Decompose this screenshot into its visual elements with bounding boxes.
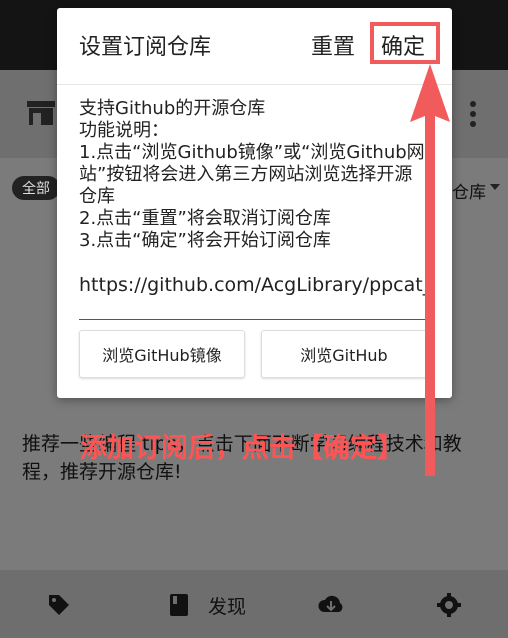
tag-icon[interactable]: [46, 592, 72, 618]
bottom-nav: [0, 570, 508, 638]
nav-discover-label[interactable]: 发现: [208, 592, 246, 619]
confirm-highlight-box: [370, 22, 440, 64]
annotation-text: 添加订阅后，点击【确定】: [80, 433, 404, 464]
dialog-title: 设置订阅仓库: [79, 35, 212, 60]
reset-button[interactable]: 重置: [311, 29, 355, 61]
cloud-download-icon[interactable]: [318, 592, 344, 618]
browse-github-button[interactable]: 浏览GitHub: [261, 330, 427, 378]
repo-dropdown[interactable]: 仓库: [452, 178, 486, 203]
settings-icon[interactable]: [436, 592, 462, 618]
book-icon[interactable]: [166, 592, 192, 618]
more-vert-icon[interactable]: [466, 100, 480, 128]
chevron-down-icon: [490, 184, 500, 190]
arrow-up-icon: [410, 64, 450, 476]
dialog-description: 支持Github的开源仓库 功能说明： 1.点击“浏览Github镜像”或“浏览…: [79, 98, 425, 251]
subscribe-repo-dialog: 设置订阅仓库 重置 确定 支持Github的开源仓库 功能说明： 1.点击“浏览…: [57, 8, 452, 398]
divider: [57, 84, 452, 85]
repo-url-input[interactable]: https://github.com/AcgLibrary/ppcat_s: [79, 274, 429, 296]
browse-github-mirror-button[interactable]: 浏览GitHub镜像: [79, 330, 245, 378]
store-icon[interactable]: [26, 100, 56, 126]
input-underline: [79, 319, 429, 320]
filter-chip-all[interactable]: 全部: [12, 176, 60, 200]
